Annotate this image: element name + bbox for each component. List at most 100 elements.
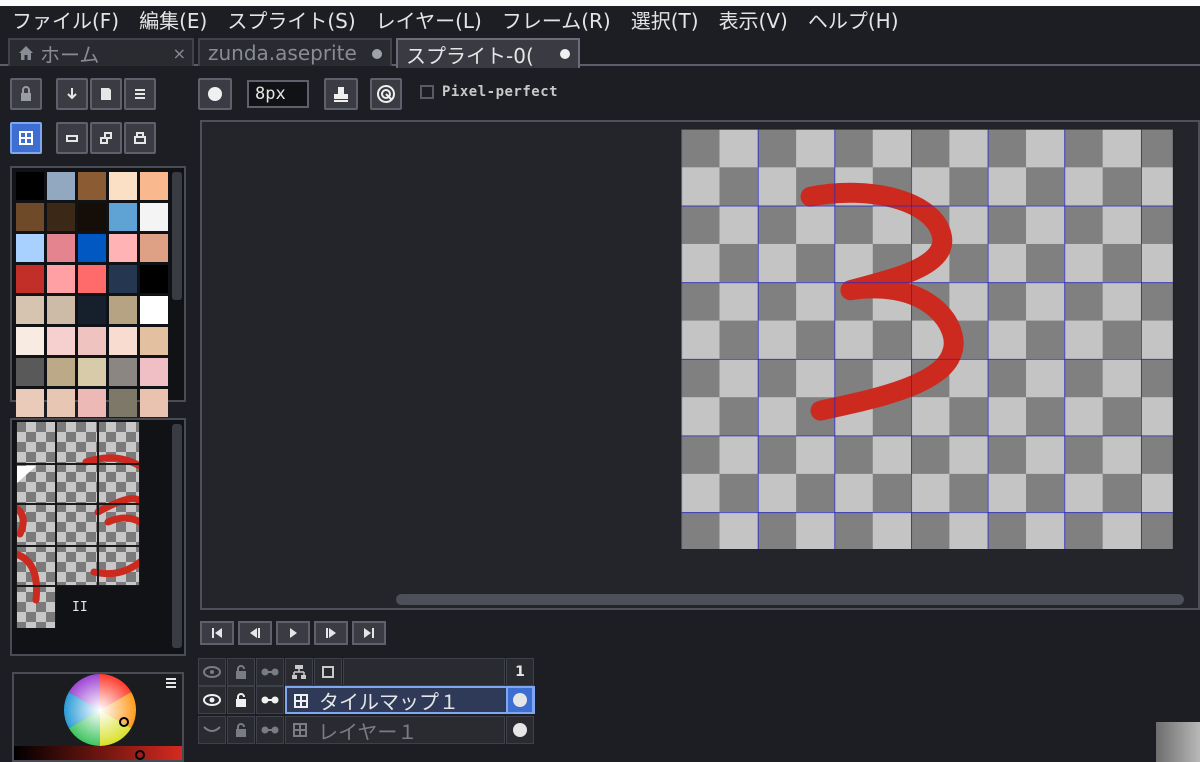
palette-swatch[interactable] — [140, 389, 168, 417]
ink-type-button[interactable] — [324, 78, 358, 110]
palette-swatch[interactable] — [78, 296, 106, 324]
palette-swatch[interactable] — [140, 327, 168, 355]
palette-swatch[interactable] — [78, 172, 106, 200]
tab-zunda-label: zunda.aseprite — [208, 41, 357, 65]
tile-mode-stack-button[interactable] — [124, 122, 156, 154]
tab-sprite[interactable]: スプライト-0( — [396, 38, 580, 68]
palette-swatch[interactable] — [16, 203, 44, 231]
palette-swatch[interactable] — [78, 327, 106, 355]
palette-swatch[interactable] — [140, 265, 168, 293]
layer-row-tilemap[interactable]: タイルマップ１ — [198, 686, 538, 714]
palette-swatch[interactable] — [140, 296, 168, 324]
palette-swatch[interactable] — [109, 358, 137, 386]
palette-swatch[interactable] — [47, 389, 75, 417]
palette-swatch[interactable] — [16, 327, 44, 355]
palette-swatch[interactable] — [140, 172, 168, 200]
palette-swatch[interactable] — [109, 234, 137, 262]
layer-tree-icon[interactable] — [285, 658, 313, 686]
tilemap-mode-button[interactable] — [10, 122, 42, 154]
layer-name-layer1[interactable]: レイヤー１ — [285, 716, 505, 744]
menu-layer[interactable]: レイヤー(L) — [366, 6, 492, 36]
layer-row-layer1[interactable]: レイヤー１ — [198, 716, 538, 744]
palette-swatch[interactable] — [109, 203, 137, 231]
unlock-icon[interactable] — [227, 686, 255, 714]
palette-swatch[interactable] — [109, 172, 137, 200]
palette-swatch[interactable] — [47, 358, 75, 386]
palette-swatch[interactable] — [140, 358, 168, 386]
palette-swatch[interactable] — [109, 389, 137, 417]
palette-swatch[interactable] — [109, 265, 137, 293]
pixel-perfect-checkbox[interactable] — [420, 85, 434, 99]
tab-home[interactable]: ホーム × — [8, 38, 194, 66]
palette-swatch[interactable] — [47, 234, 75, 262]
first-frame-button[interactable] — [200, 621, 234, 645]
menu-frame[interactable]: フレーム(R) — [492, 6, 621, 36]
play-button[interactable] — [276, 621, 310, 645]
close-icon[interactable]: × — [173, 44, 186, 63]
color-wheel[interactable] — [14, 674, 184, 762]
eye-header-icon[interactable] — [198, 658, 226, 686]
palette-swatch[interactable] — [47, 296, 75, 324]
palette-swatch[interactable] — [109, 296, 137, 324]
next-frame-button[interactable] — [314, 621, 348, 645]
brush-type-button[interactable] — [198, 78, 232, 110]
palette-swatch[interactable] — [109, 327, 137, 355]
menu-help[interactable]: ヘルプ(H) — [798, 6, 909, 36]
palette-swatch[interactable] — [16, 172, 44, 200]
tile-mode-manual-button[interactable] — [90, 122, 122, 154]
modified-dot-icon[interactable] — [560, 49, 570, 59]
visible-eye-icon[interactable] — [198, 686, 226, 714]
cel-layer1-frame-1[interactable] — [506, 716, 534, 744]
modified-dot-icon[interactable] — [372, 49, 382, 59]
lock-palette-button[interactable] — [10, 78, 42, 110]
palette-menu-button[interactable] — [124, 78, 156, 110]
lock-header-icon[interactable] — [227, 658, 255, 686]
continuous-header-icon[interactable] — [256, 658, 284, 686]
palette-swatch[interactable] — [16, 358, 44, 386]
menu-edit[interactable]: 編集(E) — [129, 6, 217, 36]
palette-swatch[interactable] — [78, 358, 106, 386]
palette-scrollbar[interactable] — [172, 172, 182, 300]
unlock-icon[interactable] — [227, 716, 255, 744]
last-frame-button[interactable] — [352, 621, 386, 645]
palette-swatch[interactable] — [47, 327, 75, 355]
palette-down-button[interactable] — [56, 78, 88, 110]
palette-swatch[interactable] — [47, 203, 75, 231]
previous-frame-button[interactable] — [238, 621, 272, 645]
palette-swatch[interactable] — [140, 234, 168, 262]
palette-swatch[interactable] — [47, 172, 75, 200]
continuous-icon[interactable] — [256, 716, 284, 744]
palette-swatch[interactable] — [78, 234, 106, 262]
palette-swatch[interactable] — [16, 389, 44, 417]
continuous-icon[interactable] — [256, 686, 284, 714]
menu-select[interactable]: 選択(T) — [621, 6, 709, 36]
palette-swatch[interactable] — [78, 265, 106, 293]
dynamics-button[interactable] — [370, 78, 402, 110]
color-menu-icon[interactable] — [164, 676, 178, 690]
cel-tilemap-frame-1[interactable] — [506, 686, 534, 714]
palette-swatch[interactable] — [78, 389, 106, 417]
frame-number[interactable]: 1 — [506, 658, 534, 686]
page-icon — [101, 88, 111, 100]
sprite-canvas[interactable] — [680, 128, 1174, 550]
palette-swatch[interactable] — [16, 265, 44, 293]
tile-mode-pixels-button[interactable] — [56, 122, 88, 154]
palette-swatch[interactable] — [78, 203, 106, 231]
menu-file[interactable]: ファイル(F) — [0, 6, 129, 36]
palette-swatch[interactable] — [16, 296, 44, 324]
pixel-perfect-toggle[interactable]: Pixel-perfect — [420, 84, 558, 100]
tab-zunda[interactable]: zunda.aseprite — [198, 38, 392, 66]
menu-view[interactable]: 表示(V) — [709, 6, 798, 36]
palette-swatch[interactable] — [140, 203, 168, 231]
tileset-scrollbar[interactable] — [172, 424, 182, 648]
layer-name-tilemap[interactable]: タイルマップ１ — [285, 686, 535, 714]
layer-label-layer1: レイヤー１ — [318, 719, 418, 744]
menu-sprite[interactable]: スプライト(S) — [217, 6, 365, 36]
palette-swatch[interactable] — [16, 234, 44, 262]
palette-new-button[interactable] — [90, 78, 122, 110]
brush-size-input[interactable]: 8px — [247, 80, 309, 108]
canvas-horizontal-scrollbar[interactable] — [396, 594, 1184, 605]
hidden-eye-icon[interactable] — [198, 716, 226, 744]
palette-swatch[interactable] — [47, 265, 75, 293]
layer-square-icon[interactable] — [314, 658, 342, 686]
